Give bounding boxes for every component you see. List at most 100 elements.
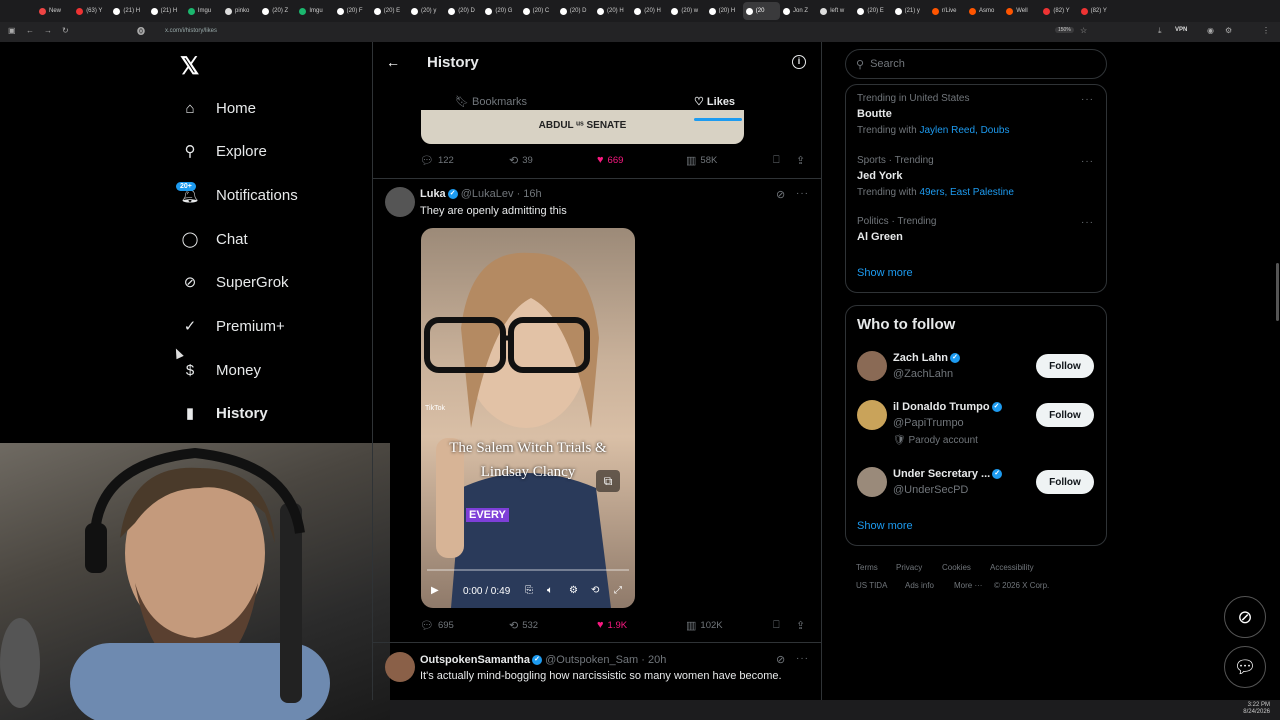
pip-icon[interactable]: ⧉ <box>596 470 620 492</box>
post-author[interactable]: OutspokenSamantha ✓ @Outspoken_Sam · 20h <box>420 654 666 666</box>
show-more-follow-link[interactable]: Show more <box>857 520 913 532</box>
follow-button[interactable]: Follow <box>1036 470 1094 494</box>
download-icon[interactable]: ⤓ <box>1158 26 1162 36</box>
footer-link[interactable]: More ··· <box>954 581 982 590</box>
browser-tab[interactable]: Asmo <box>966 2 1003 20</box>
scrollbar[interactable] <box>1276 263 1279 321</box>
captions-icon[interactable]: ⎘ <box>525 585 533 596</box>
trend-name[interactable]: Boutte <box>857 108 892 120</box>
browser-tab[interactable]: (82) Y <box>1078 2 1115 20</box>
play-icon[interactable]: ▶ <box>431 585 439 596</box>
browser-tab[interactable]: (20 <box>742 2 780 20</box>
footer-link[interactable]: © 2026 X Corp. <box>994 581 1049 590</box>
follow-user-name[interactable]: Zach Lahn ✓ <box>893 352 961 364</box>
tab-likes[interactable]: ♡ Likes <box>694 95 735 108</box>
volume-icon[interactable]: 🔈︎ <box>547 585 553 596</box>
bookmark-button[interactable]: ⎕ <box>773 619 780 632</box>
browser-tab[interactable]: (20) C <box>520 2 557 20</box>
browser-tab[interactable]: (20) E <box>371 2 408 20</box>
nav-item-home[interactable]: ⌂ Home <box>180 90 256 126</box>
vpn-button[interactable]: VPN <box>1175 27 1187 33</box>
profile-icon[interactable]: ◉ <box>1207 26 1214 35</box>
browser-tab[interactable]: (20) H <box>594 2 631 20</box>
zoom-level-badge[interactable]: 150% <box>1055 27 1074 33</box>
browser-tab[interactable]: (21) y <box>892 2 929 20</box>
more-options-icon[interactable]: ··· <box>796 653 809 664</box>
follow-user-name[interactable]: il Donaldo Trumpo ✓ <box>893 401 1002 413</box>
previous-post-media[interactable]: ABDUL ᵘˢ SENATE <box>421 110 744 144</box>
site-info-icon[interactable]: ⓿ <box>137 26 145 37</box>
follow-button[interactable]: Follow <box>1036 403 1094 427</box>
grok-icon[interactable]: ⊘ <box>776 653 785 666</box>
avatar[interactable] <box>385 652 415 682</box>
trend-more-icon[interactable]: ··· <box>1081 156 1094 167</box>
nav-item-explore[interactable]: ⚲ Explore <box>180 133 267 169</box>
browser-tab[interactable]: (20) Z <box>259 2 296 20</box>
browser-tab[interactable]: (20) D <box>557 2 594 20</box>
video-player[interactable] <box>421 228 635 608</box>
footer-link[interactable]: Accessibility <box>990 563 1034 572</box>
more-options-icon[interactable]: ··· <box>796 188 809 199</box>
grok-icon[interactable]: ⊘ <box>776 188 785 201</box>
footer-link[interactable]: US TIDA <box>856 581 887 590</box>
avatar[interactable] <box>857 467 887 497</box>
post-author[interactable]: Luka ✓ @LukaLev · 16h <box>420 188 542 200</box>
browser-tab[interactable]: New <box>36 2 73 20</box>
avatar[interactable] <box>857 351 887 381</box>
reply-button[interactable]: 💬︎ 122 <box>420 154 454 167</box>
browser-tab[interactable]: (20) w <box>668 2 705 20</box>
extensions-icon[interactable]: ⚙ <box>1225 26 1232 35</box>
browser-tab[interactable]: Jon Z <box>780 2 817 20</box>
footer-link[interactable]: Privacy <box>896 563 922 572</box>
avatar[interactable] <box>857 400 887 430</box>
grok-fab-icon[interactable]: ⊘ <box>1224 596 1266 638</box>
menu-icon[interactable]: ⋮ <box>1262 26 1270 35</box>
browser-tab[interactable]: left w <box>817 2 854 20</box>
trend-more-icon[interactable]: ··· <box>1081 217 1094 228</box>
follow-button[interactable]: Follow <box>1036 354 1094 378</box>
browser-tab[interactable]: (82) Y <box>1040 2 1077 20</box>
like-button[interactable]: ♥ 669 <box>597 154 623 166</box>
reload-icon[interactable]: ↻ <box>62 26 69 35</box>
trend-related-links[interactable]: Jaylen Reed, Doubs <box>919 125 1009 136</box>
repost-button[interactable]: ⟲ 532 <box>509 619 538 632</box>
browser-tab[interactable]: (20) D <box>445 2 482 20</box>
settings-icon[interactable]: ⚙ <box>569 585 578 596</box>
trend-related-links[interactable]: 49ers, East Palestine <box>919 187 1014 198</box>
trend-name[interactable]: Al Green <box>857 231 903 243</box>
back-arrow-icon[interactable]: ← <box>26 26 34 35</box>
x-logo[interactable]: 𝕏 <box>180 52 199 81</box>
replay-icon[interactable]: ⟲ <box>591 585 599 596</box>
nav-item-history[interactable]: ▮ History <box>180 395 268 431</box>
nav-item-money[interactable]: $ Money <box>180 352 261 388</box>
reply-button[interactable]: 💬︎ 695 <box>420 619 454 632</box>
back-arrow-icon[interactable]: ← <box>386 54 400 70</box>
nav-item-notifications[interactable]: 🔔︎ Notifications <box>180 177 297 213</box>
fullscreen-icon[interactable]: ⤢ <box>614 585 622 596</box>
browser-tab[interactable]: Imgu <box>185 2 222 20</box>
search-input[interactable]: ⚲ Search <box>845 49 1107 79</box>
footer-link[interactable]: Ads info <box>905 581 934 590</box>
views-button[interactable]: ▥ 58K <box>686 154 717 167</box>
browser-tab[interactable]: (20) H <box>631 2 668 20</box>
avatar[interactable] <box>385 187 415 217</box>
footer-link[interactable]: Cookies <box>942 563 971 572</box>
info-icon[interactable]: i <box>792 55 806 69</box>
browser-tab[interactable]: Imgu <box>296 2 333 20</box>
repost-button[interactable]: ⟲ 39 <box>509 154 533 167</box>
video-progress-bar[interactable] <box>427 569 629 571</box>
views-button[interactable]: ▥ 102K <box>686 619 723 632</box>
trend-more-icon[interactable]: ··· <box>1081 94 1094 105</box>
trend-name[interactable]: Jed York <box>857 170 902 182</box>
share-button[interactable]: ⇪ <box>796 154 805 167</box>
like-button[interactable]: ♥ 1.9K <box>597 619 627 631</box>
browser-tab[interactable]: (20) y <box>408 2 445 20</box>
browser-tab[interactable]: Well <box>1003 2 1040 20</box>
share-button[interactable]: ⇪ <box>796 619 805 632</box>
chat-fab-icon[interactable]: 💬︎ <box>1224 646 1266 688</box>
browser-tab[interactable]: r/Live <box>929 2 966 20</box>
show-more-trends-link[interactable]: Show more <box>857 267 913 279</box>
forward-arrow-icon[interactable]: → <box>44 26 52 35</box>
follow-user-name[interactable]: Under Secretary ... ✓ <box>893 468 1003 480</box>
browser-tab[interactable]: (20) E <box>854 2 891 20</box>
